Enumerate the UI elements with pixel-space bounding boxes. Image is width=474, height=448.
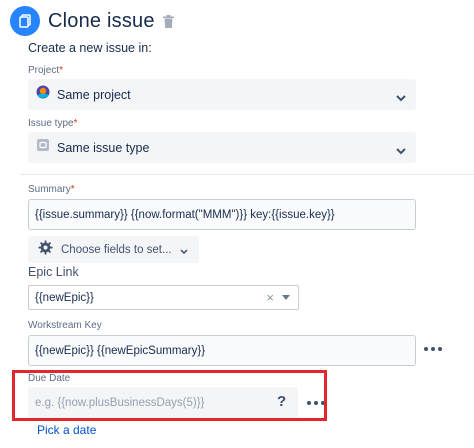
caret-down-icon[interactable] (282, 295, 290, 300)
highlight-box (12, 370, 327, 421)
more-options-icon[interactable] (424, 347, 442, 351)
epic-link-select[interactable]: {{newEpic}} × (28, 285, 299, 310)
clone-icon (10, 6, 40, 36)
summary-input[interactable]: {{issue.summary}} {{now.format("MMM")}} … (28, 199, 416, 230)
gear-icon (38, 239, 53, 260)
trash-icon[interactable] (162, 14, 174, 28)
project-value: Same project (57, 87, 131, 102)
subtitle: Create a new issue in: (28, 41, 152, 55)
summary-label-text: Summary (28, 184, 71, 195)
project-select[interactable]: Same project (28, 79, 416, 110)
issue-type-label-text: Issue type (28, 118, 74, 129)
project-avatar-icon (36, 85, 50, 104)
summary-label: Summary* (28, 184, 75, 195)
required-mark: * (59, 65, 64, 76)
project-label-text: Project (28, 65, 60, 76)
epic-link-label: Epic Link (28, 265, 79, 279)
choose-fields-button[interactable]: Choose fields to set... (28, 236, 199, 263)
issue-type-icon (36, 138, 50, 157)
page-title: Clone issue (48, 9, 155, 32)
issue-type-select[interactable]: Same issue type (28, 132, 416, 163)
project-label: Project* (28, 65, 63, 76)
chevron-down-icon (396, 142, 406, 160)
pick-date-link[interactable]: Pick a date (37, 423, 96, 437)
required-mark: * (70, 184, 75, 195)
required-mark: * (73, 118, 78, 129)
chevron-down-icon (396, 89, 406, 107)
clear-icon[interactable]: × (266, 290, 274, 305)
divider (20, 174, 474, 175)
header: Clone issue (10, 4, 174, 38)
workstream-key-input[interactable]: {{newEpic}} {{newEpicSummary}} (28, 335, 416, 366)
chevron-down-icon (180, 241, 188, 259)
workstream-key-label: Workstream Key (28, 320, 102, 331)
choose-fields-label: Choose fields to set... (61, 243, 172, 256)
issue-type-label: Issue type* (28, 118, 78, 129)
issue-type-value: Same issue type (57, 140, 150, 155)
epic-link-value: {{newEpic}} (35, 291, 94, 304)
